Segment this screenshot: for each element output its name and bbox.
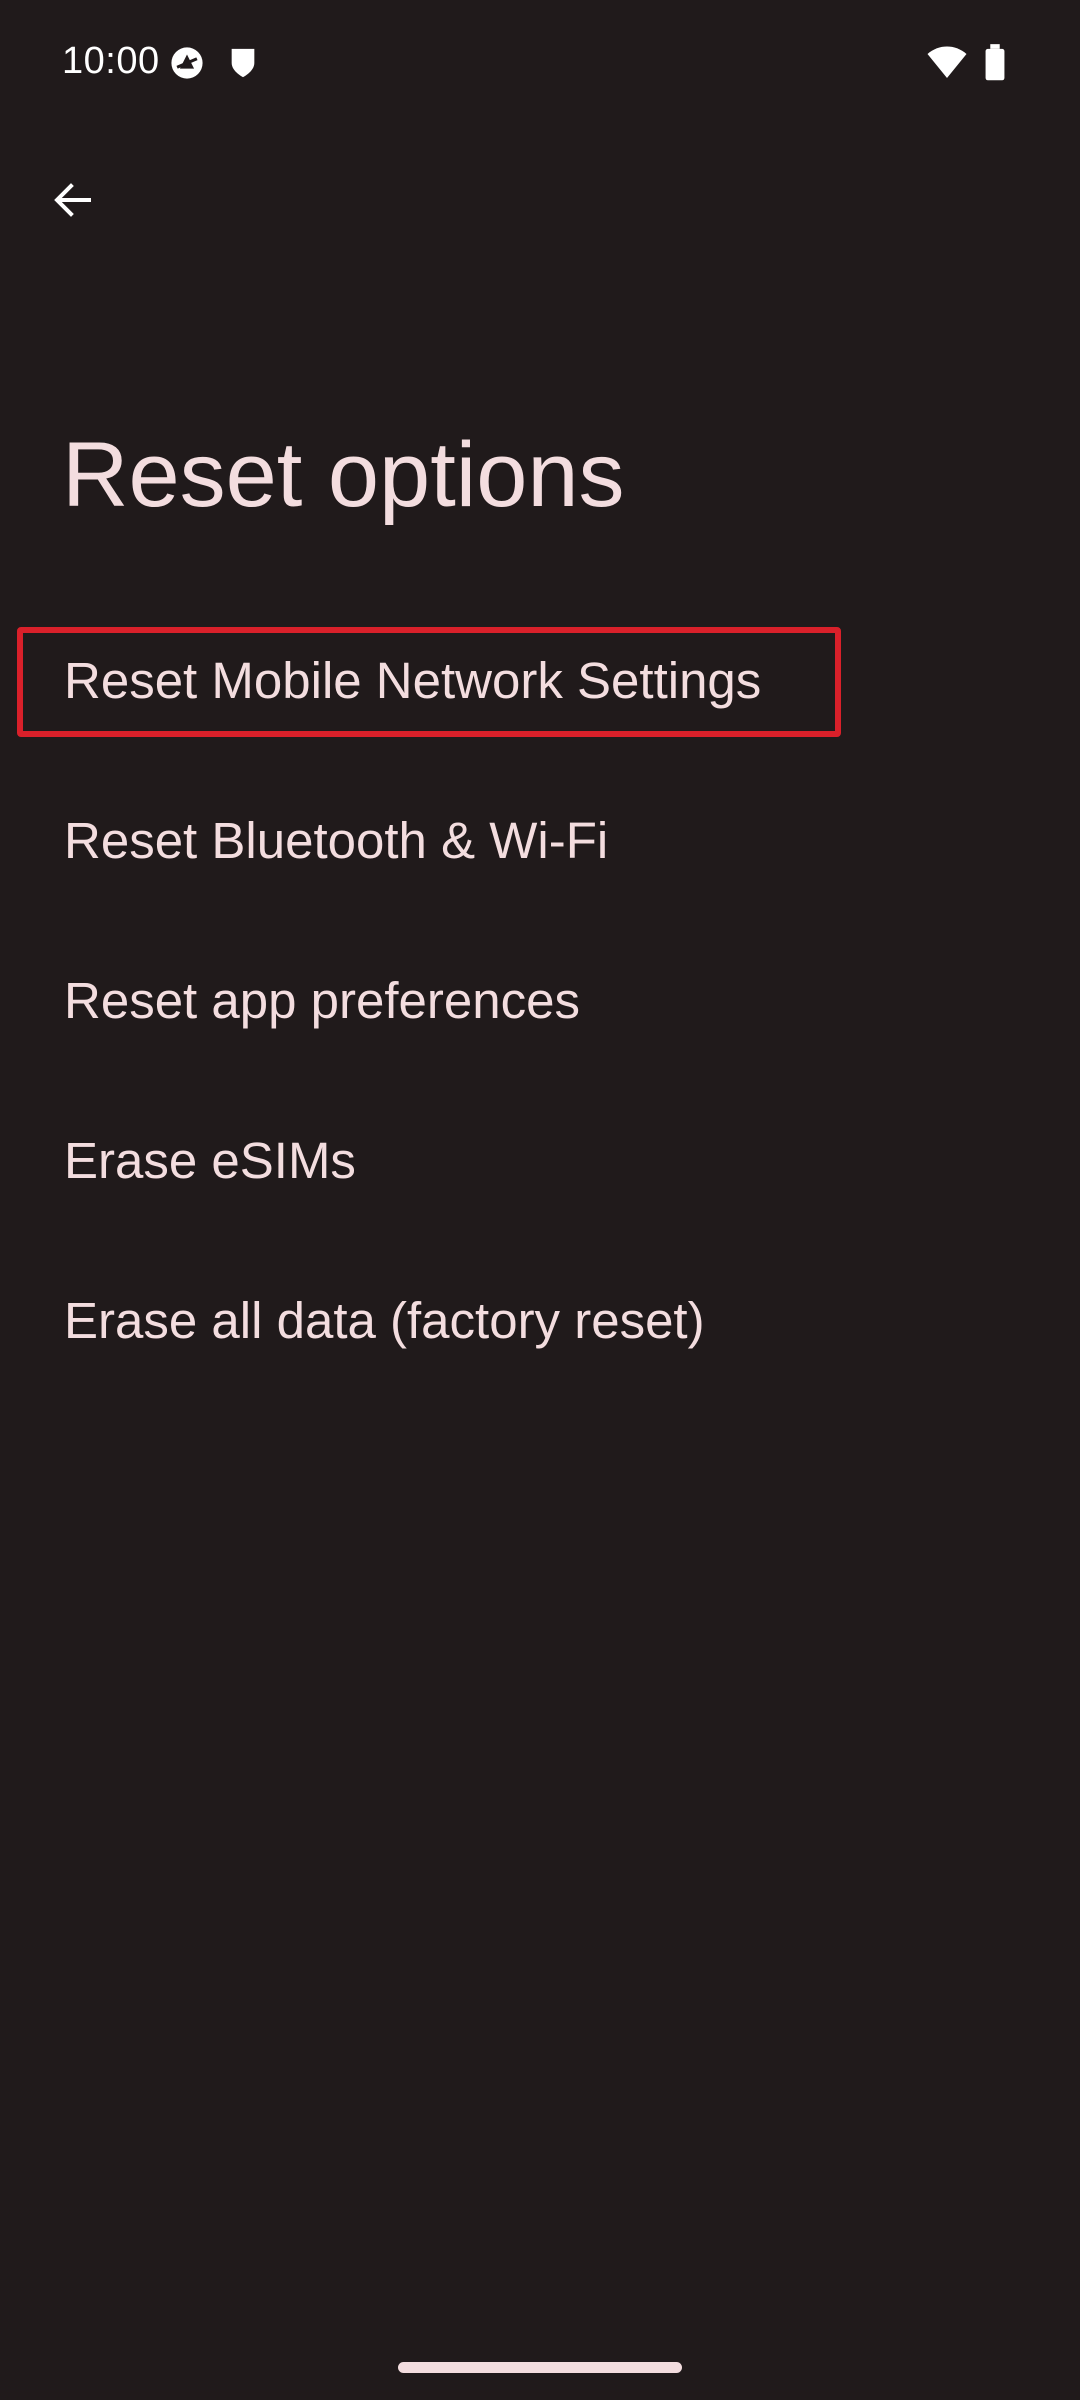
- back-button[interactable]: [40, 160, 106, 240]
- battery-icon: [985, 44, 1005, 81]
- wifi-icon: [927, 46, 967, 78]
- reset-options-list: Reset Mobile Network Settings Reset Blue…: [0, 600, 1080, 1400]
- option-erase-esims[interactable]: Erase eSIMs: [0, 1080, 1080, 1240]
- settings-screen: 10:00 Reset options Reset Mobile Network…: [0, 0, 1080, 2400]
- option-factory-reset[interactable]: Erase all data (factory reset): [0, 1240, 1080, 1400]
- option-label: Erase eSIMs: [64, 1131, 356, 1189]
- home-indicator[interactable]: [398, 2362, 682, 2373]
- status-time: 10:00: [62, 40, 160, 82]
- shield-icon: [231, 48, 255, 78]
- arrow-back-icon: [54, 183, 91, 217]
- option-reset-bluetooth-wifi[interactable]: Reset Bluetooth & Wi-Fi: [0, 760, 1080, 920]
- option-label: Erase all data (factory reset): [64, 1291, 705, 1349]
- option-label: Reset Mobile Network Settings: [64, 651, 762, 709]
- status-bar: 10:00: [0, 0, 1080, 128]
- option-reset-mobile-network[interactable]: Reset Mobile Network Settings: [0, 600, 1080, 760]
- option-label: Reset app preferences: [64, 971, 580, 1029]
- option-label: Reset Bluetooth & Wi-Fi: [64, 811, 609, 869]
- data-saver-icon: [171, 47, 203, 79]
- page-title: Reset options: [62, 424, 625, 526]
- option-reset-app-preferences[interactable]: Reset app preferences: [0, 920, 1080, 1080]
